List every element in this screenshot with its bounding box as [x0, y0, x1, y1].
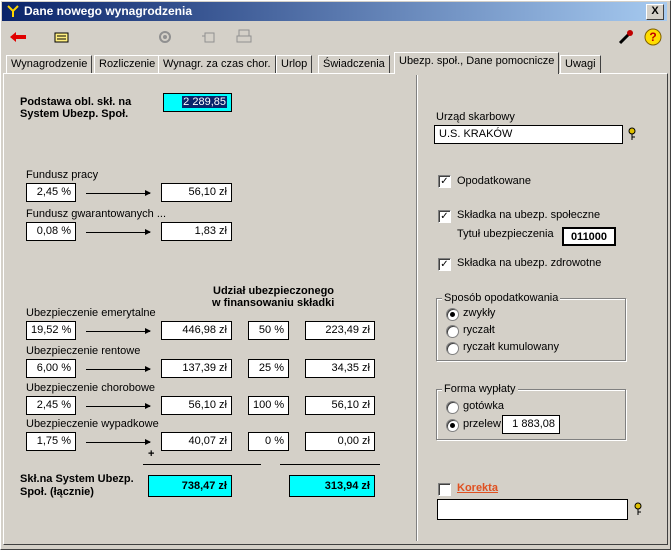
row-label: Ubezpieczenie rentowe [26, 345, 141, 357]
skladka-spol-checkbox[interactable]: ✓ [438, 210, 451, 223]
radio-label: ryczałt [463, 324, 495, 336]
opodatkowane-checkbox[interactable]: ✓ [438, 175, 451, 188]
row-rate[interactable]: 19,52 % [26, 321, 76, 340]
podstawa-value: 2 289,85 [182, 96, 227, 108]
row-label: Ubezpieczenie emerytalne [26, 307, 156, 319]
opodatkowane-label: Opodatkowane [457, 175, 531, 187]
fundusz-pracy-label: Fundusz pracy [26, 169, 99, 181]
arrow [86, 403, 151, 409]
podstawa-label: Podstawa obl. skł. na [20, 96, 132, 108]
panel-divider [416, 75, 418, 541]
korekta-checkbox[interactable] [438, 483, 451, 496]
key-icon[interactable] [627, 127, 637, 144]
arrow [86, 229, 151, 235]
skladka-spol-label: Składka na ubezp. społeczne [457, 209, 601, 221]
tytul-input[interactable]: 011000 [562, 227, 616, 246]
radio-przelew[interactable] [446, 419, 459, 432]
title-bar: Dane nowego wynagrodzenia X [2, 2, 667, 21]
fgsp-amount: 1,83 zł [161, 222, 232, 241]
copy-icon[interactable] [198, 27, 218, 47]
arrow [86, 190, 151, 196]
total-label-2: Społ. (łącznie) [20, 486, 94, 498]
row-amount: 137,39 zł [161, 359, 232, 378]
total-label: Skł.na System Ubezp. [20, 473, 134, 485]
podstawa-input[interactable]: 2 289,85 [163, 93, 232, 112]
podstawa-label-2: System Ubezp. Społ. [20, 108, 129, 120]
sum-line [280, 464, 380, 465]
tab-uwagi[interactable]: Uwagi [560, 55, 601, 73]
radio-label: gotówka [463, 400, 504, 412]
row-label: Ubezpieczenie wypadkowe [26, 418, 159, 430]
tab-wynagr-chor[interactable]: Wynagr. za czas chor. [158, 55, 276, 73]
row-share[interactable]: 0 % [248, 432, 289, 451]
calculator-icon[interactable] [156, 27, 176, 47]
app-icon [7, 5, 19, 17]
korekta-label: Korekta [457, 482, 498, 494]
row-share[interactable]: 100 % [248, 396, 289, 415]
radio-zwykly[interactable] [446, 308, 459, 321]
radio-ryczalt[interactable] [446, 325, 459, 338]
skladka-zdrow-label: Składka na ubezp. zdrowotne [457, 257, 602, 269]
fundusz-pracy-amount: 56,10 zł [161, 183, 232, 202]
total-insured: 313,94 zł [289, 475, 375, 497]
tab-wynagrodzenie[interactable]: Wynagrodzenie [6, 55, 93, 73]
urzad-label: Urząd skarbowy [436, 111, 515, 123]
tab-rozliczenie[interactable]: Rozliczenie [94, 55, 161, 73]
row-rate[interactable]: 1,75 % [26, 432, 76, 451]
radio-label: przelew [463, 418, 501, 430]
udzial-header-2: w finansowaniu składki [212, 297, 335, 309]
tab-urlop[interactable]: Urlop [276, 55, 313, 73]
window-title: Dane nowego wynagrodzenia [24, 4, 193, 18]
sposob-label: Sposób opodatkowania [442, 292, 561, 304]
tab-ubezp-spol[interactable]: Ubezp. społ., Dane pomocnicze [394, 52, 560, 74]
row-amount: 56,10 zł [161, 396, 232, 415]
print-icon[interactable] [234, 27, 254, 47]
arrow [86, 366, 151, 372]
total-value: 738,47 zł [148, 475, 232, 497]
row-rate[interactable]: 6,00 % [26, 359, 76, 378]
arrow [86, 439, 151, 445]
tools-icon[interactable] [616, 27, 636, 47]
radio-gotowka[interactable] [446, 401, 459, 414]
row-insured: 34,35 zł [305, 359, 375, 378]
skladka-zdrow-checkbox[interactable]: ✓ [438, 258, 451, 271]
row-insured: 223,49 zł [305, 321, 375, 340]
przelew-input[interactable]: 1 883,08 [502, 415, 560, 434]
row-share[interactable]: 50 % [248, 321, 289, 340]
key-icon[interactable] [633, 502, 643, 519]
row-share[interactable]: 25 % [248, 359, 289, 378]
radio-label: ryczałt kumulowany [463, 341, 559, 353]
close-button[interactable]: X [646, 4, 664, 20]
back-arrow-icon[interactable] [8, 27, 28, 47]
fgsp-label: Fundusz gwarantowanych ... [26, 208, 167, 220]
tytul-label: Tytuł ubezpieczenia [457, 228, 554, 240]
arrow [86, 328, 151, 334]
fundusz-pracy-rate[interactable]: 2,45 % [26, 183, 76, 202]
radio-ryczalt-kumulowany[interactable] [446, 342, 459, 355]
tab-swiadczenia[interactable]: Świadczenia [318, 55, 390, 73]
row-rate[interactable]: 2,45 % [26, 396, 76, 415]
row-amount: 446,98 zł [161, 321, 232, 340]
udzial-header: Udział ubezpieczonego [213, 285, 335, 297]
edit-icon[interactable] [52, 27, 72, 47]
row-amount: 40,07 zł [161, 432, 232, 451]
sum-line [143, 464, 261, 465]
plus-sign: + [148, 448, 155, 460]
korekta-input[interactable] [437, 499, 628, 520]
fgsp-rate[interactable]: 0,08 % [26, 222, 76, 241]
help-icon[interactable]: ? [643, 27, 663, 47]
svg-text:?: ? [649, 30, 656, 44]
forma-label: Forma wypłaty [442, 383, 518, 395]
row-insured: 56,10 zł [305, 396, 375, 415]
row-label: Ubezpieczenie chorobowe [26, 382, 156, 394]
radio-label: zwykły [463, 307, 496, 319]
urzad-input[interactable]: U.S. KRAKÓW [434, 125, 623, 144]
row-insured: 0,00 zł [305, 432, 375, 451]
